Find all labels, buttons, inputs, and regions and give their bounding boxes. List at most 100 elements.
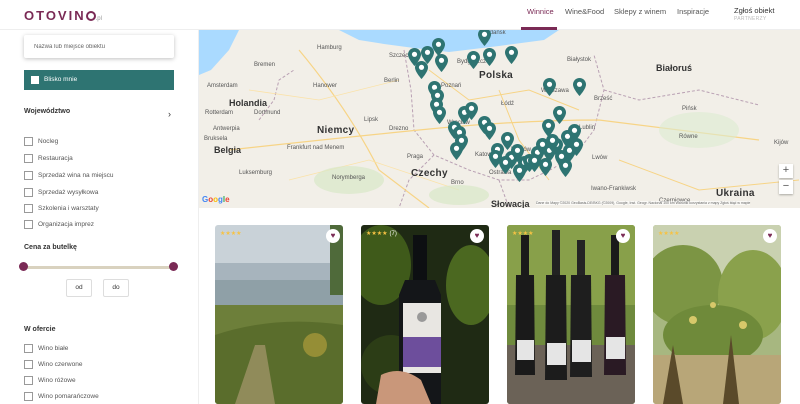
checkbox[interactable]	[24, 360, 33, 369]
rating-stars: ★★★★	[658, 230, 682, 237]
city-label: Bremen	[254, 62, 276, 68]
city-label: Berlin	[384, 78, 400, 84]
map-terrain	[199, 30, 800, 208]
nav-inspiracje[interactable]: Inspiracje	[677, 7, 709, 16]
rating-stars: ★★★★	[512, 230, 536, 237]
price-title: Cena za butelkę	[24, 244, 77, 251]
card-image	[215, 225, 343, 404]
city-label: Drezno	[389, 126, 409, 132]
price-slider-min-handle[interactable]	[19, 262, 28, 271]
rating-stars: ★★★★ (7)	[366, 230, 397, 237]
price-slider-max-handle[interactable]	[169, 262, 178, 271]
stars-text: ★★★★	[512, 231, 534, 237]
city-label: Lwów	[592, 155, 608, 161]
nav-winnice[interactable]: Winnice	[527, 7, 554, 16]
heart-icon[interactable]: ♥	[763, 229, 777, 243]
logo-o-mark	[85, 11, 96, 21]
city-label: Poznań	[441, 83, 462, 89]
submit-object-link[interactable]: Zgłoś obiekt	[734, 6, 774, 15]
stars-text: ★★★★	[220, 231, 242, 237]
checkbox[interactable]	[24, 220, 33, 229]
checkbox[interactable]	[24, 171, 33, 180]
checkbox[interactable]	[24, 376, 33, 385]
checkbox[interactable]	[24, 344, 33, 353]
stars-text: ★★★★	[658, 231, 680, 237]
checkbox[interactable]	[24, 154, 33, 163]
logo-text: OTOVIN	[24, 8, 86, 23]
city-label: Frankfurt nad Menem	[287, 145, 345, 151]
top-header: OTOVIN .pl Winnice Wine&Food Sklepy z win…	[0, 0, 800, 30]
country-label: Białoruś	[656, 63, 693, 73]
city-label: Pińsk	[682, 106, 697, 112]
zoom-in-button[interactable]: +	[779, 164, 793, 178]
city-label: Rotterdam	[205, 110, 234, 116]
city-label: Równe	[679, 134, 698, 140]
country-label: Niemcy	[317, 125, 355, 136]
filter-label: Wino czerwone	[38, 361, 83, 368]
card-image	[507, 225, 635, 404]
listing-card[interactable]: ★★★★ ♥	[653, 225, 781, 404]
near-me-checkbox[interactable]	[31, 76, 39, 84]
heart-icon[interactable]: ♥	[616, 229, 630, 243]
city-label: Norymberga	[332, 175, 366, 181]
country-label: Belgia	[214, 145, 242, 155]
partners-label: PARTNERZY	[734, 16, 767, 22]
filter-sidebar: Blisko mnie Województwo › Nocleg Restaur…	[0, 30, 199, 404]
nav-wine-food[interactable]: Wine&Food	[565, 7, 604, 16]
search-input[interactable]	[34, 44, 174, 50]
filter-label: Nocleg	[38, 138, 59, 145]
heart-icon[interactable]: ♥	[470, 229, 484, 243]
price-slider-track[interactable]	[23, 266, 173, 269]
near-me-button[interactable]: Blisko mnie	[24, 70, 174, 90]
city-label: Hanower	[313, 83, 338, 89]
price-to-input[interactable]: do	[103, 279, 129, 297]
city-label: Hamburg	[317, 45, 342, 51]
nav-sklepy[interactable]: Sklepy z winem	[614, 7, 666, 16]
listing-card[interactable]: ★★★★ ♥	[507, 225, 635, 404]
price-from-input[interactable]: od	[66, 279, 92, 297]
heart-icon[interactable]: ♥	[326, 229, 340, 243]
filter-label: Wino pomarańczowe	[38, 393, 99, 400]
vineyard-map[interactable]: Gdańsk Hamburg Szczecin Bydgoszcz Białys…	[199, 30, 800, 208]
city-label: Dortmund	[254, 110, 281, 116]
rating-stars: ★★★★	[220, 230, 244, 237]
map-attribution[interactable]: Dane do Mapy ©2020 GeoBasis-DE/BKG (©200…	[536, 201, 751, 205]
filter-label: Restauracja	[38, 155, 73, 162]
checkbox[interactable]	[24, 392, 33, 401]
city-label: Lipsk	[364, 117, 379, 123]
stars-text: ★★★★	[366, 231, 388, 237]
country-label: Czechy	[411, 168, 448, 179]
city-label: Kijów	[774, 140, 789, 146]
country-label: Polska	[479, 70, 514, 81]
city-label: Brno	[451, 180, 464, 186]
logo-letter: e	[225, 195, 230, 204]
otovino-logo[interactable]: OTOVIN .pl	[24, 8, 102, 23]
checkbox[interactable]	[24, 137, 33, 146]
checkbox[interactable]	[24, 188, 33, 197]
card-image	[653, 225, 781, 404]
checkbox[interactable]	[24, 204, 33, 213]
city-label: Amsterdam	[207, 83, 238, 89]
filter-label: Szkolenia i warsztaty	[38, 205, 99, 212]
listing-cards: ★★★★ ♥ ★★★★ (7) ♥ ★★★★ ♥ ★★★★ ♥	[199, 208, 800, 404]
zoom-out-button[interactable]: −	[779, 180, 793, 194]
offer-title: W ofercie	[24, 326, 56, 333]
near-me-label: Blisko mnie	[44, 76, 78, 83]
google-logo[interactable]: Google	[202, 195, 230, 204]
listing-card[interactable]: ★★★★ (7) ♥	[361, 225, 489, 404]
rating-count: (7)	[389, 231, 397, 237]
country-label: Ukraina	[716, 188, 755, 199]
listing-card[interactable]: ★★★★ ♥	[215, 225, 343, 404]
filter-label: Sprzedaż wina na miejscu	[38, 172, 114, 179]
card-image	[361, 225, 489, 404]
filter-label: Sprzedaż wysyłkowa	[38, 189, 99, 196]
country-label: Słowacja	[491, 199, 530, 208]
city-label: Iwano-Frankiwsk	[591, 186, 637, 192]
search-box	[24, 35, 174, 58]
filter-label: Wino różowe	[38, 377, 76, 384]
city-label: Luksemburg	[239, 170, 273, 176]
city-label: Lublin	[579, 125, 596, 131]
region-title[interactable]: Województwo	[24, 108, 70, 115]
chevron-right-icon[interactable]: ›	[168, 109, 171, 119]
country-label: Holandia	[229, 98, 268, 108]
